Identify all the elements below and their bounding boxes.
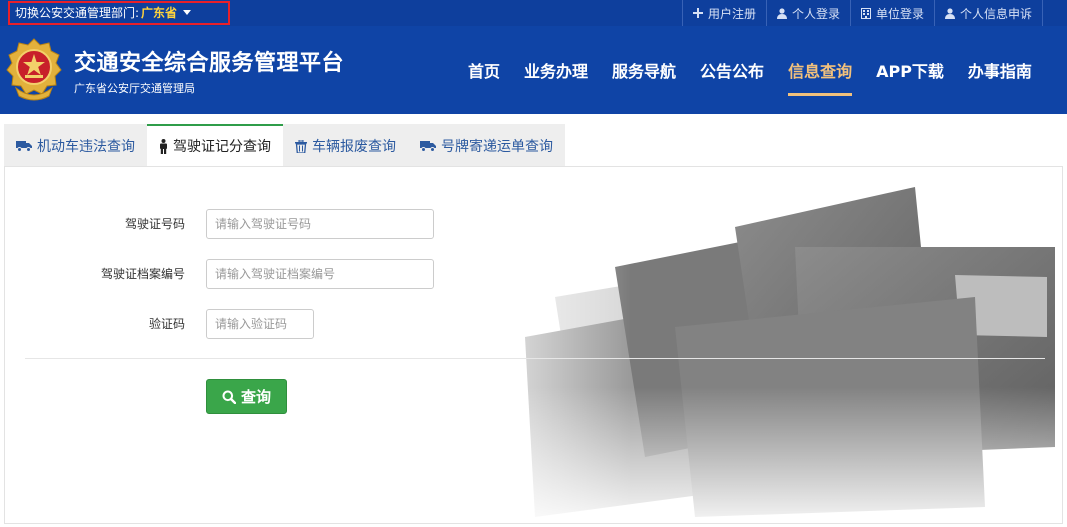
department-switcher-label: 切换公安交通管理部门:: [15, 6, 140, 20]
file-number-row: 驾驶证档案编号: [5, 258, 445, 290]
tab-vehicle-violation[interactable]: 机动车违法查询: [4, 124, 147, 166]
nav-home[interactable]: 首页: [456, 26, 512, 114]
personal-login-link-label: 个人登录: [791, 6, 840, 21]
license-number-input[interactable]: [206, 209, 434, 239]
illustration-fade-bottom: [445, 387, 1062, 523]
police-emblem-icon: [6, 38, 62, 101]
register-link[interactable]: 用户注册: [681, 0, 766, 26]
department-switcher[interactable]: 切换公安交通管理部门: 广东省: [8, 1, 230, 25]
main-nav: 首页 业务办理 服务导航 公告公布 信息查询 APP下载 办事指南: [456, 26, 1044, 114]
personal-appeal-link-label: 个人信息申诉: [959, 6, 1032, 21]
truck-icon: [16, 140, 32, 152]
top-links: 用户注册 个人登录 单位登录 个人信息申诉: [681, 0, 1043, 26]
top-utility-bar: 切换公安交通管理部门: 广东省 用户注册 个人登录 单位登录 个人信息申诉: [0, 0, 1067, 26]
caret-down-icon: [183, 10, 192, 15]
form-divider: [25, 358, 1045, 359]
file-number-input[interactable]: [206, 259, 434, 289]
nav-announcements[interactable]: 公告公布: [688, 26, 776, 114]
user-icon: [944, 7, 955, 19]
site-title: 交通安全综合服务管理平台: [74, 51, 345, 76]
tab-vehicle-scrap[interactable]: 车辆报废查询: [283, 124, 408, 166]
captcha-row: 验证码: [5, 308, 445, 340]
nav-service-guide[interactable]: 服务导航: [600, 26, 688, 114]
personal-appeal-link[interactable]: 个人信息申诉: [933, 0, 1043, 26]
register-link-label: 用户注册: [707, 6, 756, 21]
site-subtitle: 广东省公安厅交通管理局: [74, 82, 195, 95]
query-tabs: 机动车违法查询 驾驶证记分查询 车辆报废查询 号牌寄递运单查询: [4, 124, 565, 166]
tab-plate-delivery-label: 号牌寄递运单查询: [441, 139, 553, 155]
nav-info-query[interactable]: 信息查询: [776, 26, 864, 114]
captcha-label: 验证码: [148, 317, 185, 331]
unit-login-link-label: 单位登录: [875, 6, 924, 21]
tab-vehicle-scrap-label: 车辆报废查询: [312, 139, 396, 155]
captcha-input[interactable]: [206, 309, 314, 339]
file-number-label: 驾驶证档案编号: [100, 267, 185, 281]
query-button[interactable]: 查询: [206, 379, 287, 414]
nav-business[interactable]: 业务办理: [512, 26, 600, 114]
person-icon: [159, 138, 168, 154]
tab-vehicle-violation-label: 机动车违法查询: [37, 139, 135, 155]
search-icon: [222, 390, 236, 404]
tab-license-points[interactable]: 驾驶证记分查询: [147, 124, 283, 166]
building-icon: [860, 7, 871, 19]
nav-guide[interactable]: 办事指南: [956, 26, 1044, 114]
user-icon: [776, 7, 787, 19]
plus-icon: [692, 8, 703, 18]
query-button-label: 查询: [240, 388, 271, 406]
license-number-row: 驾驶证号码: [5, 208, 445, 240]
personal-login-link[interactable]: 个人登录: [765, 0, 850, 26]
tab-plate-delivery[interactable]: 号牌寄递运单查询: [408, 124, 565, 166]
department-current-value: 广东省: [141, 6, 178, 20]
nav-app-download[interactable]: APP下载: [864, 26, 956, 114]
license-number-label: 驾驶证号码: [124, 217, 185, 231]
query-panel: 驾驶证号码 驾驶证档案编号 验证码 查询: [4, 166, 1063, 524]
site-header: 交通安全综合服务管理平台 广东省公安厅交通管理局 首页 业务办理 服务导航 公告…: [0, 26, 1067, 114]
unit-login-link[interactable]: 单位登录: [849, 0, 934, 26]
trash-icon: [295, 139, 307, 153]
truck-icon: [420, 140, 436, 152]
tab-license-points-label: 驾驶证记分查询: [173, 139, 271, 155]
